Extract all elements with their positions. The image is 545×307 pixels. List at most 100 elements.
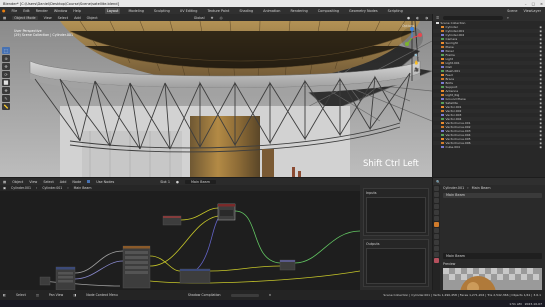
material-slot-selector[interactable]: Slot 1: [160, 180, 170, 184]
menu-window[interactable]: Window: [54, 9, 67, 13]
viewport-menu-view[interactable]: View: [44, 16, 52, 20]
scale-tool-icon[interactable]: ⬜: [2, 79, 10, 86]
blender-logo-icon[interactable]: ●: [2, 8, 6, 13]
mode-selector[interactable]: Object Mode: [12, 15, 38, 20]
shading-material-icon[interactable]: ◐: [416, 16, 419, 20]
outliner-item[interactable]: Cube.004 ◉: [433, 145, 545, 149]
cursor-tool-icon[interactable]: ⊕: [2, 55, 10, 62]
properties-search-icon[interactable]: 🔍: [436, 180, 440, 184]
workspace-tab-layout[interactable]: Layout: [104, 7, 121, 14]
object-type-icon: [441, 29, 444, 33]
use-nodes-checkbox[interactable]: [87, 180, 91, 183]
transform-tool-icon[interactable]: ❖: [2, 87, 10, 94]
workspace-tab-rendering[interactable]: Rendering: [288, 8, 309, 14]
object-type-icon: [441, 89, 444, 93]
window-title: Blender* [C:\Users\Daniel\Desktop\Course…: [3, 1, 119, 6]
object-type-icon: [441, 45, 444, 49]
zoom-icon[interactable]: 🔍: [414, 53, 419, 58]
object-breadcrumb: Cylinder.001: [443, 186, 465, 190]
inputs-panel[interactable]: Inputs: [363, 188, 429, 236]
object-type-icon: [441, 121, 444, 125]
menu-help[interactable]: Help: [73, 9, 81, 13]
proportional-edit-icon[interactable]: ◎: [220, 16, 223, 20]
scene-tab-icon[interactable]: [434, 210, 439, 215]
object-type-icon: [441, 81, 444, 85]
workspace-tab-shading[interactable]: Shading: [237, 8, 255, 14]
annotate-tool-icon[interactable]: ✎: [2, 95, 10, 102]
world-tab-icon[interactable]: [434, 216, 439, 221]
visibility-eye-icon[interactable]: ◉: [539, 145, 542, 149]
minimize-button[interactable]: –: [525, 2, 527, 6]
rotate-tool-icon[interactable]: ⟳: [2, 71, 10, 78]
modifier-tab-icon[interactable]: [434, 228, 439, 233]
workspace-tab-sculpting[interactable]: Sculpting: [152, 8, 172, 14]
camera-view-icon[interactable]: 🎥: [414, 67, 419, 72]
close-button[interactable]: ×: [540, 2, 543, 6]
workspace-tab-animation[interactable]: Animation: [261, 8, 282, 14]
node-tree-type-selector[interactable]: Object: [12, 180, 23, 184]
inputs-list[interactable]: [366, 197, 426, 233]
outliner-display-mode-icon[interactable]: ☰: [436, 16, 439, 20]
menu-render[interactable]: Render: [36, 9, 48, 13]
object-type-icon: [441, 73, 444, 77]
3d-viewport[interactable]: ⬚ ⊕ ✥ ⟳ ⬜ ❖ ✎ 📏 User Perspective (29) Sc…: [0, 21, 432, 177]
cancel-job-button[interactable]: ×: [269, 293, 272, 297]
breadcrumb-material[interactable]: Main Beam: [74, 186, 92, 190]
pan-hand-icon[interactable]: ✋: [414, 60, 419, 65]
render-tab-icon[interactable]: [434, 192, 439, 197]
material-selector[interactable]: Main Beam: [184, 179, 216, 184]
workspace-tab-uv-editing[interactable]: UV Editing: [178, 8, 200, 14]
material-slot-list-item[interactable]: Main Beam: [443, 193, 542, 198]
viewport-menu-select[interactable]: Select: [58, 16, 68, 20]
workspace-tab-geometry-nodes[interactable]: Geometry Nodes: [347, 8, 380, 14]
node-menu-select[interactable]: Select: [43, 180, 53, 184]
object-type-icon: [441, 77, 444, 81]
navigation-gizmo-icon[interactable]: [400, 26, 424, 50]
outputs-panel[interactable]: Outputs: [363, 239, 429, 287]
node-menu-view[interactable]: View: [29, 180, 37, 184]
node-editor-type-icon[interactable]: ▦: [3, 180, 6, 184]
outliner-search-input[interactable]: [443, 15, 504, 20]
viewport-menu-object[interactable]: Object: [87, 16, 98, 20]
view-layer-tab-icon[interactable]: [434, 204, 439, 209]
snap-icon[interactable]: ❖: [211, 16, 214, 20]
breadcrumb-object[interactable]: Cylinder.001: [11, 186, 31, 190]
outputs-list[interactable]: [366, 248, 426, 284]
output-tab-icon[interactable]: [434, 198, 439, 203]
material-name-field[interactable]: Main Beam: [443, 253, 542, 259]
menu-file[interactable]: File: [12, 9, 18, 13]
transform-orientation[interactable]: Global: [194, 16, 205, 20]
particles-tab-icon[interactable]: [434, 234, 439, 239]
physics-tab-icon[interactable]: [434, 240, 439, 245]
editor-type-icon[interactable]: ▦: [3, 16, 6, 20]
tool-tab-icon[interactable]: [434, 186, 439, 191]
workspace-tab-modeling[interactable]: Modeling: [126, 8, 145, 14]
workspace-tab-texture-paint[interactable]: Texture Paint: [205, 8, 231, 14]
data-tab-icon[interactable]: [434, 252, 439, 257]
workspace-tab-scripting[interactable]: Scripting: [386, 8, 405, 14]
filter-icon[interactable]: ▿: [507, 16, 509, 20]
node-canvas[interactable]: [0, 191, 360, 290]
move-tool-icon[interactable]: ✥: [2, 63, 10, 70]
constraints-tab-icon[interactable]: [434, 246, 439, 251]
view-layer-selector[interactable]: ViewLayer: [524, 9, 542, 13]
node-menu-add[interactable]: Add: [60, 180, 67, 184]
node-menu-node[interactable]: Node: [72, 180, 81, 184]
preview-panel-header[interactable]: Preview: [443, 262, 542, 266]
viewport-menu-add[interactable]: Add: [74, 16, 81, 20]
shading-solid-icon[interactable]: ●: [407, 16, 410, 20]
workspace-tab-compositing[interactable]: Compositing: [316, 8, 341, 14]
measure-tool-icon[interactable]: 📏: [2, 103, 10, 110]
select-box-tool-icon[interactable]: ⬚: [2, 47, 10, 54]
shading-rendered-icon[interactable]: ◑: [425, 16, 428, 20]
scene-selector[interactable]: Scene: [507, 9, 517, 13]
object-type-icon: [441, 85, 444, 89]
clock-time: 1:51 AM: [509, 301, 522, 306]
object-tab-icon[interactable]: [434, 222, 439, 227]
viewport-header: ▦ Object Mode View Select Add Object Glo…: [0, 14, 432, 21]
menu-edit[interactable]: Edit: [23, 9, 30, 13]
maximize-button[interactable]: □: [532, 2, 535, 6]
options-dropdown[interactable]: Options: [402, 24, 414, 28]
material-tab-icon[interactable]: [434, 258, 439, 263]
breadcrumb-mesh[interactable]: Cylinder.001: [42, 186, 62, 190]
